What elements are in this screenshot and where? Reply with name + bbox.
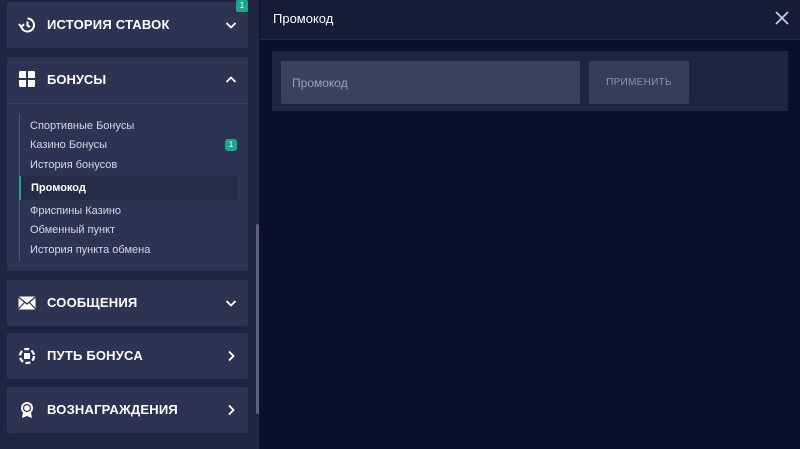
submenu-label: Обменный пункт [30,224,116,236]
apply-button[interactable]: ПРИМЕНИТЬ [589,61,689,104]
submenu-casino-bonuses[interactable]: Казино Бонусы 1 [20,135,239,155]
submenu-exchange-point[interactable]: Обменный пункт [20,220,239,240]
chevron-right-icon [228,350,235,362]
close-icon[interactable] [774,10,790,26]
submenu-label: Казино Бонусы [30,139,108,151]
bonuses-section: БОНУСЫ Спортивные Бонусы Казино Бонусы 1… [7,57,248,271]
bonuses-submenu: Спортивные Бонусы Казино Бонусы 1 Истори… [19,113,243,261]
submenu-label: Фриспины Казино [30,205,122,217]
submenu-promocode[interactable]: Промокод [19,176,238,200]
menu-messages[interactable]: СООБЩЕНИЯ [7,280,248,326]
page-title: Промокод [273,11,334,26]
panel-header: Промокод [260,0,800,40]
bonuses-count-badge: 1 [236,0,248,12]
chevron-down-icon [225,22,237,29]
submenu-label: Промокод [31,182,86,194]
submenu-label: История бонусов [30,159,118,171]
submenu-label: История пункта обмена [30,244,151,256]
bonus-path-icon [18,347,36,365]
menu-bonuses[interactable]: БОНУСЫ [7,57,248,103]
menu-bet-history[interactable]: ИСТОРИЯ СТАВОК [7,2,248,48]
menu-bonus-path-label: ПУТЬ БОНУСА [47,348,143,363]
submenu-label: Спортивные Бонусы [30,120,135,132]
submenu-bonus-history[interactable]: История бонусов [20,155,239,175]
submenu-casino-freespins[interactable]: Фриспины Казино [20,201,239,221]
gift-box-icon [19,71,35,87]
medal-icon [21,402,33,418]
divider [259,0,260,449]
history-icon [18,17,36,33]
chevron-down-icon [225,300,237,307]
menu-rewards[interactable]: ВОЗНАГРАЖДЕНИЯ [7,387,248,433]
divider [7,103,248,104]
promocode-input[interactable] [281,61,580,104]
menu-rewards-label: ВОЗНАГРАЖДЕНИЯ [47,402,178,417]
chevron-up-icon [225,76,237,83]
promocode-form: ПРИМЕНИТЬ [272,51,788,111]
submenu-sport-bonuses[interactable]: Спортивные Бонусы [20,116,239,136]
menu-bonus-path[interactable]: ПУТЬ БОНУСА [7,333,248,379]
sidebar: ИСТОРИЯ СТАВОК БОНУСЫ Спортивные Бонусы [0,0,260,449]
menu-messages-label: СООБЩЕНИЯ [47,295,138,310]
chevron-right-icon [228,404,235,416]
menu-bet-history-label: ИСТОРИЯ СТАВОК [47,17,170,32]
envelope-icon [18,296,36,310]
menu-bonuses-label: БОНУСЫ [47,72,107,87]
count-badge: 1 [225,139,237,151]
submenu-exchange-history[interactable]: История пункта обмена [20,240,239,260]
